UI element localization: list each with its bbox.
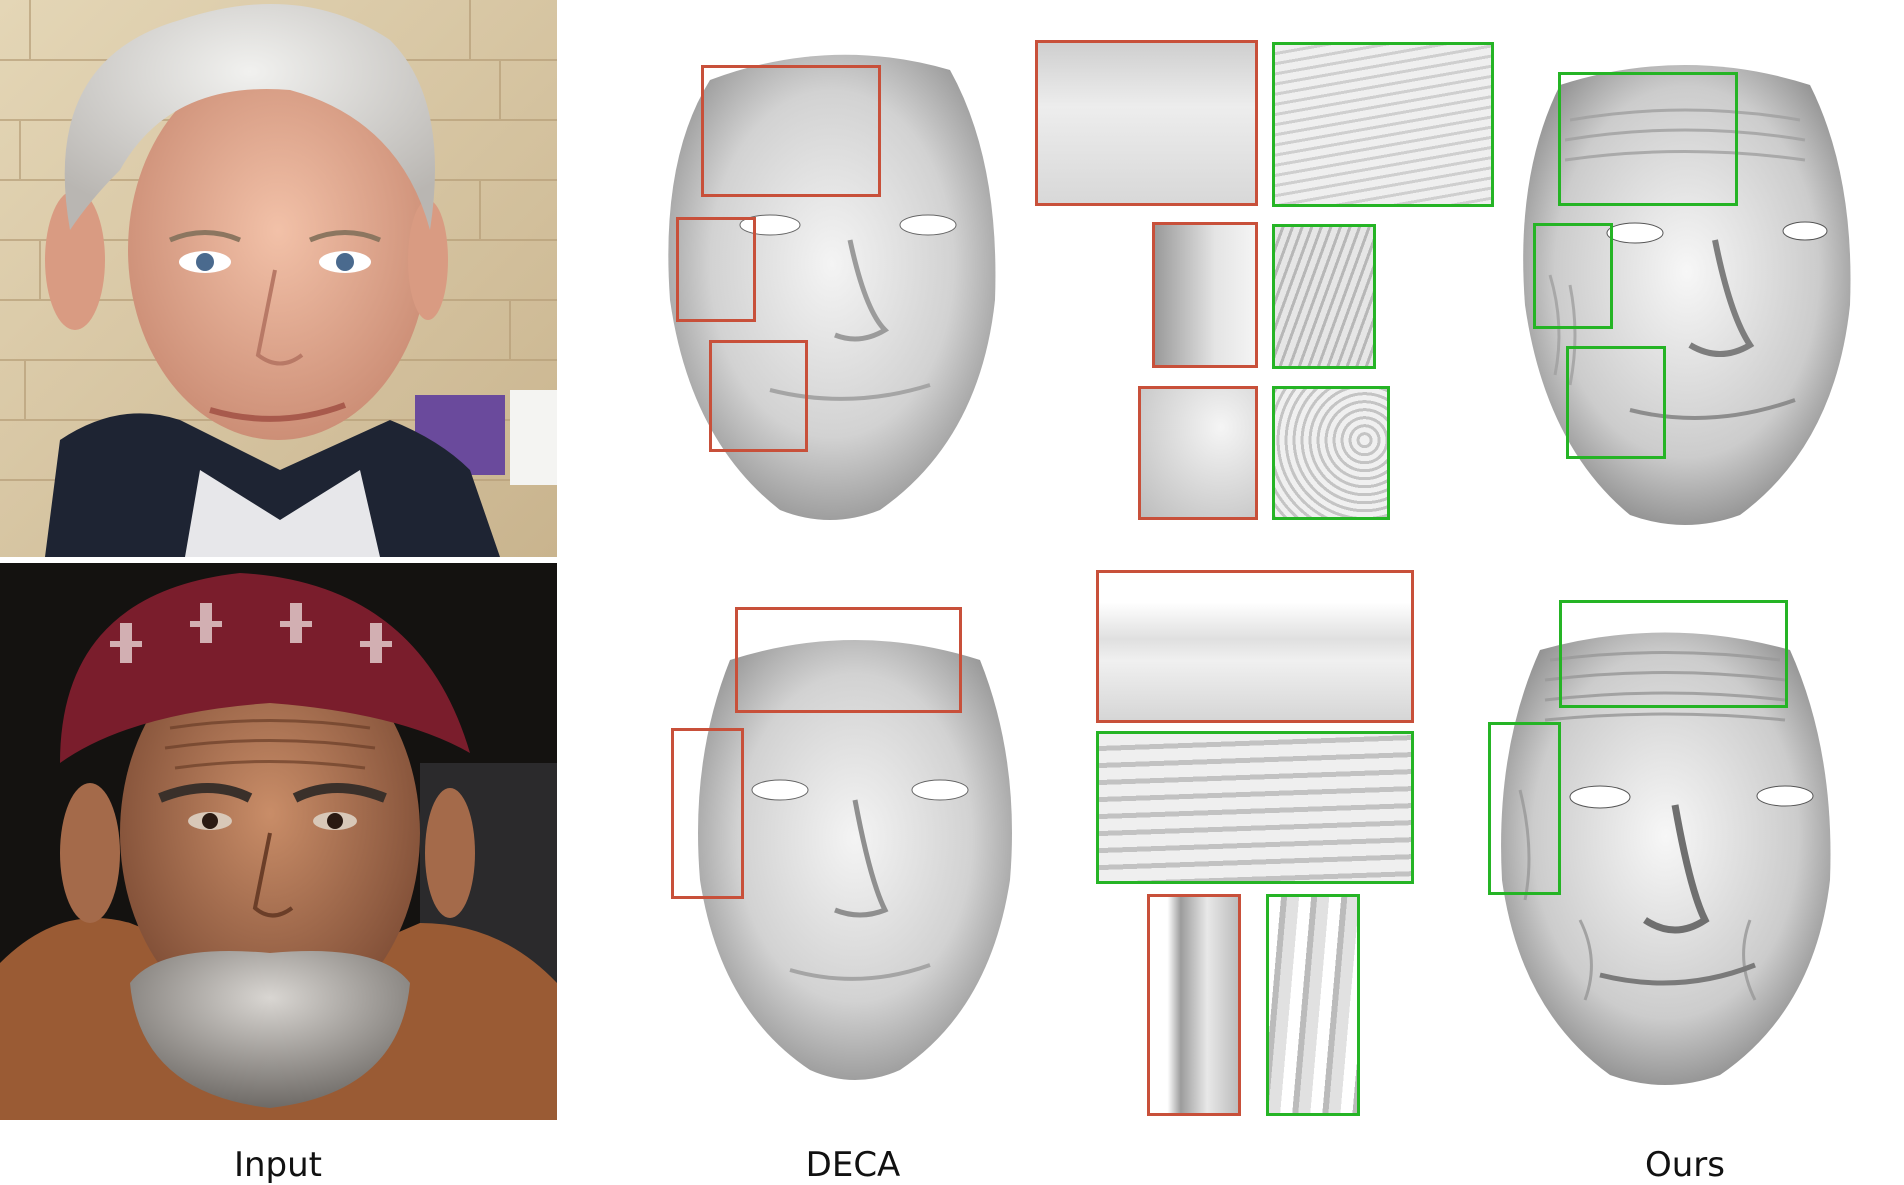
ours-box-forehead-row2: [1559, 600, 1788, 708]
deca-box-eye-row1: [676, 217, 756, 322]
crop-deca-cheek-row1: [1138, 386, 1258, 520]
deca-box-forehead-row1: [701, 65, 881, 197]
crop-ours-temple-row2: [1266, 894, 1360, 1116]
crop-deca-temple-row2: [1147, 894, 1241, 1116]
crop-ours-cheek-row1: [1272, 386, 1390, 520]
ours-box-forehead-row1: [1558, 72, 1738, 206]
caption-input: Input: [233, 1145, 323, 1185]
crop-deca-eye-row1: [1152, 222, 1258, 368]
caption-deca: DECA: [805, 1145, 901, 1185]
photo-elderly-man-knit-cap: [0, 563, 557, 1120]
input-photo-row2: [0, 563, 557, 1120]
crop-deca-forehead-row2: [1096, 570, 1414, 723]
deca-box-forehead-row2: [735, 607, 962, 713]
deca-box-cheek-row1: [709, 340, 808, 452]
photo-man-gray-hair: [0, 0, 557, 557]
crop-ours-eye-row1: [1272, 224, 1376, 369]
deca-box-temple-row2: [671, 728, 744, 899]
caption-ours: Ours: [1644, 1145, 1725, 1185]
crop-deca-forehead-row1: [1035, 40, 1258, 206]
ours-box-temple-row2: [1488, 722, 1561, 895]
crop-ours-forehead-row2: [1096, 731, 1414, 884]
ours-box-eye-row1: [1533, 223, 1613, 329]
ours-box-cheek-row1: [1566, 346, 1666, 459]
input-photo-row1: [0, 0, 557, 557]
crop-ours-forehead-row1: [1272, 42, 1494, 207]
